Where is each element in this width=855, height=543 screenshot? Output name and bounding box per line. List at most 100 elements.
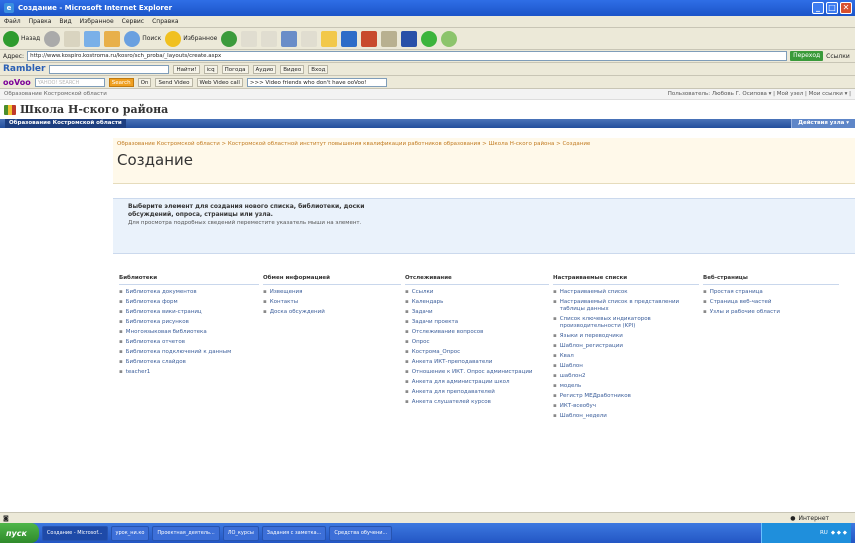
- send-video-button[interactable]: Send Video: [155, 77, 193, 87]
- list-item[interactable]: ▪ модель: [553, 383, 703, 390]
- list-item[interactable]: ▪ Анкета слушателей курсов: [405, 399, 553, 406]
- list-item[interactable]: ▪ Шаблон: [553, 363, 703, 370]
- list-item[interactable]: ▪ Список ключевых индикаторов производите…: [553, 316, 703, 330]
- history-icon[interactable]: [241, 30, 258, 47]
- close-button[interactable]: ✕: [840, 2, 852, 14]
- list-item[interactable]: ▪ Кострома_Опрос: [405, 349, 553, 356]
- address-input[interactable]: http://www.kospiro.kostroma.ru/kosro/sch…: [27, 51, 788, 61]
- edit-icon[interactable]: [301, 30, 318, 47]
- plugin-icon[interactable]: [441, 30, 458, 47]
- list-item[interactable]: ▪ Библиотека документов: [119, 289, 263, 296]
- list-item[interactable]: ▪ Квал: [553, 353, 703, 360]
- list-item[interactable]: ▪ Анкета для преподавателей: [405, 389, 553, 396]
- rambler-find-button[interactable]: Найти!: [173, 64, 200, 74]
- list-item[interactable]: ▪ Анкета ИКТ-преподаватели: [405, 359, 553, 366]
- on-button[interactable]: On: [137, 77, 152, 87]
- list-item[interactable]: ▪ Многоязыковая библиотека: [119, 329, 263, 336]
- list-item[interactable]: ▪ Контакты: [263, 299, 405, 306]
- back-button[interactable]: Назад: [3, 30, 40, 47]
- forward-arrow-icon[interactable]: [44, 30, 61, 47]
- tool-icon[interactable]: [361, 30, 378, 47]
- list-item[interactable]: ▪ Календарь: [405, 299, 553, 306]
- list-item[interactable]: ▪ Отношение к ИКТ. Опрос администрации: [405, 369, 553, 376]
- site-title[interactable]: Школа Н-ского района: [20, 103, 168, 116]
- menu-tools[interactable]: Сервис: [122, 18, 144, 25]
- menu-view[interactable]: Вид: [59, 18, 71, 25]
- menu-file[interactable]: Файл: [4, 18, 21, 25]
- sp-user-menu[interactable]: Пользователь: Любовь Г. Осипова ▾ | Мой …: [668, 91, 851, 97]
- stop-icon[interactable]: [64, 30, 81, 47]
- taskbar-item[interactable]: ЛО_курсы: [222, 525, 259, 541]
- go-button[interactable]: Переход: [790, 51, 824, 61]
- word-icon[interactable]: [341, 30, 358, 47]
- yahoo-search-input[interactable]: YAHOO! SEARCH: [34, 77, 105, 87]
- rambler-weather-button[interactable]: Погода: [221, 64, 249, 74]
- nav-tab-portal[interactable]: Образование Костромской области: [5, 119, 126, 128]
- maximize-button[interactable]: □: [826, 2, 838, 14]
- list-item[interactable]: ▪ Извещения: [263, 289, 405, 296]
- print-icon[interactable]: [281, 30, 298, 47]
- list-item[interactable]: ▪ Отслеживание вопросов: [405, 329, 553, 336]
- list-item[interactable]: ▪ Шаблон_недели: [553, 413, 703, 420]
- list-item[interactable]: ▪ Библиотека подключений к данным: [119, 349, 263, 356]
- list-item[interactable]: ▪ Узлы и рабочие области: [703, 309, 843, 316]
- rambler-logo[interactable]: Rambler: [3, 64, 45, 74]
- messenger-icon[interactable]: [421, 30, 438, 47]
- list-item[interactable]: ▪ Библиотека рисунков: [119, 319, 263, 326]
- list-item[interactable]: ▪ teacher1: [119, 369, 263, 376]
- oovoo-logo[interactable]: ooVoo: [3, 78, 31, 87]
- start-button[interactable]: пуск: [0, 523, 39, 543]
- list-item[interactable]: ▪ Библиотека вики-страниц: [119, 309, 263, 316]
- rambler-icq-button[interactable]: icq: [203, 64, 218, 74]
- favorites-button[interactable]: Избранное: [165, 30, 217, 47]
- video-friends-input[interactable]: >>> Video friends who don't have ooVoo!: [246, 77, 387, 87]
- list-item[interactable]: ▪ Опрос: [405, 339, 553, 346]
- taskbar-item[interactable]: урок_ни.ко: [110, 525, 150, 541]
- folder-icon[interactable]: [321, 30, 338, 47]
- list-item[interactable]: ▪ Ссылки: [405, 289, 553, 296]
- rambler-audio-button[interactable]: Аудио: [252, 64, 277, 74]
- site-actions-button[interactable]: Действия узла ▾: [791, 119, 855, 128]
- minimize-button[interactable]: _: [812, 2, 824, 14]
- search-icon: [124, 30, 141, 47]
- sp-portal-link[interactable]: Образование Костромской области: [4, 91, 107, 97]
- list-item[interactable]: ▪ Регистр МЕДработников: [553, 393, 703, 400]
- list-item[interactable]: ▪ Библиотека форм: [119, 299, 263, 306]
- mail-icon[interactable]: [261, 30, 278, 47]
- list-item[interactable]: ▪ Библиотека слайдов: [119, 359, 263, 366]
- web-video-call-button[interactable]: Web Video call: [196, 77, 243, 87]
- bluetooth-icon[interactable]: [401, 30, 418, 47]
- list-item[interactable]: ▪ Задачи проекта: [405, 319, 553, 326]
- links-label[interactable]: Ссылки: [826, 53, 850, 60]
- book-icon[interactable]: [381, 30, 398, 47]
- list-item[interactable]: ▪ Доска обсуждений: [263, 309, 405, 316]
- language-indicator[interactable]: RU: [820, 530, 828, 536]
- rambler-login-button[interactable]: Вход: [308, 64, 329, 74]
- taskbar-item[interactable]: Проектная_деятель...: [152, 525, 220, 541]
- menu-favorites[interactable]: Избранное: [80, 18, 114, 25]
- search-button[interactable]: Поиск: [124, 30, 161, 47]
- rambler-video-button[interactable]: Видео: [280, 64, 305, 74]
- taskbar-item[interactable]: Задания с заметка...: [261, 525, 327, 541]
- list-item[interactable]: ▪ Библиотека отчетов: [119, 339, 263, 346]
- breadcrumb[interactable]: Образование Костромской области > Костро…: [117, 141, 851, 147]
- list-item[interactable]: ▪ ИКТ-всеобуч: [553, 403, 703, 410]
- refresh-icon[interactable]: [84, 30, 101, 47]
- media-icon[interactable]: [221, 30, 238, 47]
- list-item[interactable]: ▪ Задачи: [405, 309, 553, 316]
- menu-help[interactable]: Справка: [152, 18, 178, 25]
- list-item[interactable]: ▪ Языки и переводчики: [553, 333, 703, 340]
- taskbar-item[interactable]: Создание - Microsof...: [41, 525, 108, 541]
- taskbar-item[interactable]: Средства обучени...: [329, 525, 393, 541]
- menu-edit[interactable]: Правка: [29, 18, 52, 25]
- list-item[interactable]: ▪ шаблон2: [553, 373, 703, 380]
- list-item[interactable]: ▪ Простая страница: [703, 289, 843, 296]
- list-item[interactable]: ▪ Настраиваемый список: [553, 289, 703, 296]
- list-item[interactable]: ▪ Настраиваемый список в представлении та…: [553, 299, 703, 313]
- yahoo-search-button[interactable]: Search: [108, 77, 134, 87]
- list-item[interactable]: ▪ Анкета для администрации школ: [405, 379, 553, 386]
- list-item[interactable]: ▪ Страница веб-частей: [703, 299, 843, 306]
- home-icon[interactable]: [104, 30, 121, 47]
- rambler-search-input[interactable]: [49, 64, 170, 74]
- list-item[interactable]: ▪ Шаблон_регистрации: [553, 343, 703, 350]
